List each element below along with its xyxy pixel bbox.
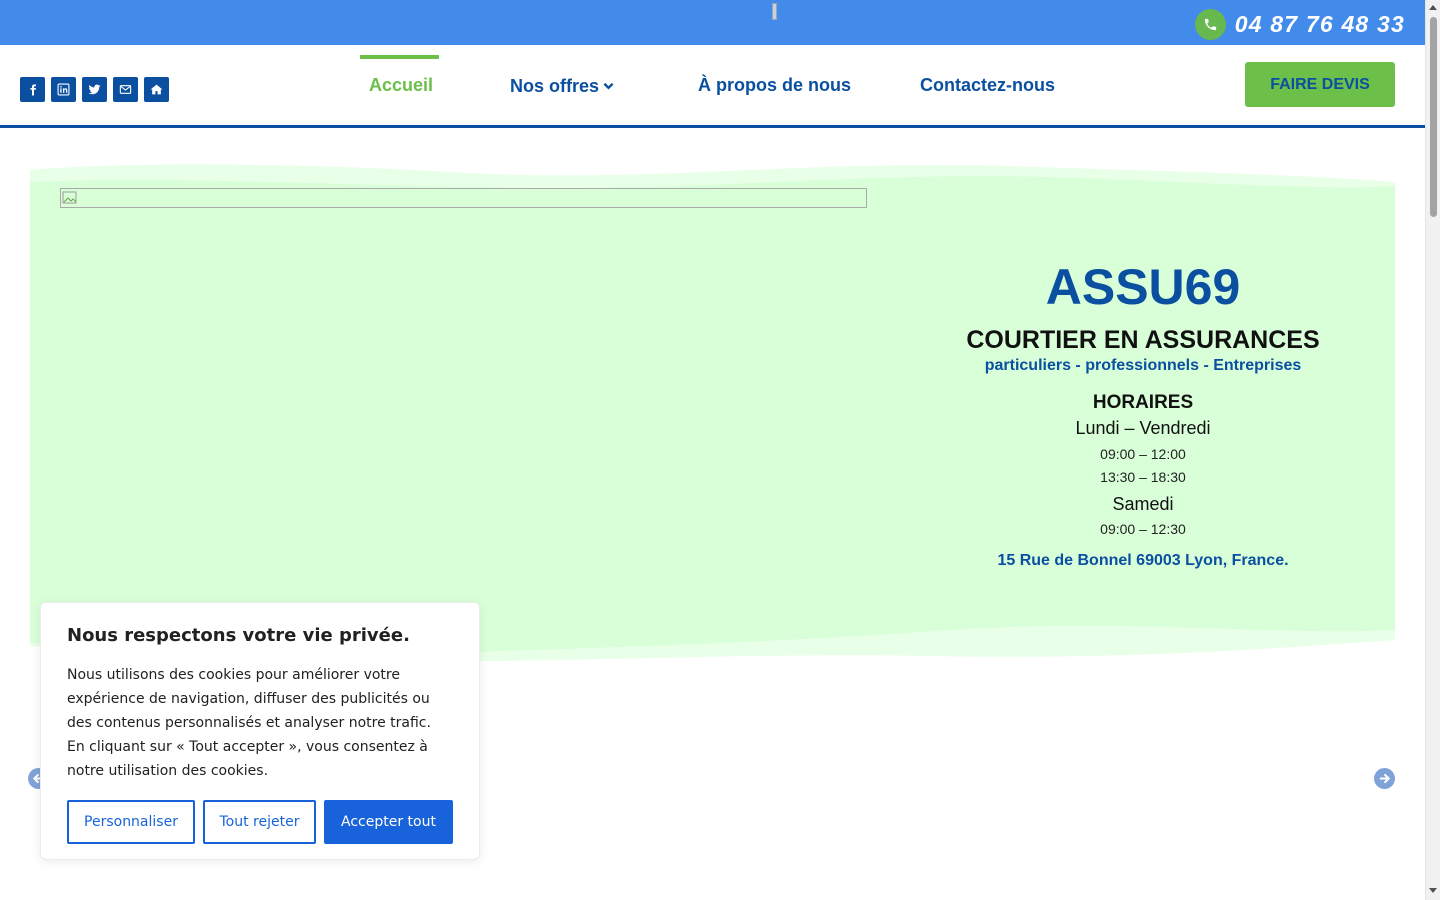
- weekday-afternoon-hours: 13:30 – 18:30: [1100, 469, 1186, 485]
- top-bar: 04 87 76 48 33: [0, 0, 1425, 45]
- page-scrollbar[interactable]: [1425, 0, 1440, 900]
- nav-contact[interactable]: Contactez-nous: [920, 75, 1055, 96]
- brand-title: ASSU69: [1045, 259, 1241, 315]
- chevron-down-icon: [603, 75, 614, 96]
- saturday-hours: 09:00 – 12:30: [1100, 521, 1186, 537]
- twitter-icon[interactable]: [82, 77, 107, 102]
- email-icon[interactable]: [113, 77, 138, 102]
- site-header: Accueil Nos offres À propos de nous Cont…: [0, 45, 1425, 128]
- audience-line: particuliers - professionnels - Entrepri…: [984, 357, 1302, 374]
- cookie-consent-banner: Nous respectons votre vie privée. Nous u…: [40, 602, 480, 860]
- cookie-actions: Personnaliser Tout rejeter Accepter tout: [67, 800, 453, 844]
- faire-devis-button[interactable]: FAIRE DEVIS: [1245, 62, 1395, 107]
- saturday-label: Samedi: [1112, 494, 1174, 514]
- facebook-icon[interactable]: [20, 77, 45, 102]
- cookie-description: Nous utilisons des cookies pour améliore…: [67, 667, 431, 779]
- nav-nos-offres-label: Nos offres: [510, 76, 600, 96]
- tagline: COURTIER EN ASSURANCES: [966, 326, 1320, 354]
- cookie-title: Nous respectons votre vie privée.: [67, 625, 410, 646]
- phone-number: 04 87 76 48 33: [1234, 11, 1405, 37]
- accept-all-button[interactable]: Accepter tout: [324, 800, 453, 844]
- nav-nos-offres[interactable]: Nos offres: [510, 75, 614, 97]
- customize-button[interactable]: Personnaliser: [67, 800, 195, 844]
- weekdays-label: Lundi – Vendredi: [1075, 418, 1211, 438]
- reject-all-button[interactable]: Tout rejeter: [203, 800, 316, 844]
- linkedin-icon[interactable]: [51, 77, 76, 102]
- hours-title: HORAIRES: [1092, 392, 1194, 413]
- weekday-morning-hours: 09:00 – 12:00: [1100, 446, 1186, 462]
- phone-icon: [1194, 9, 1226, 40]
- text-cursor: [772, 3, 777, 20]
- scroll-up-icon[interactable]: [1429, 5, 1437, 10]
- social-links: [20, 77, 169, 102]
- nav-active-indicator: [360, 55, 439, 59]
- arrow-right-circle-icon[interactable]: [1374, 768, 1395, 789]
- phone-link[interactable]: 04 87 76 48 33: [1194, 9, 1405, 40]
- scroll-thumb[interactable]: [1430, 17, 1437, 217]
- home-icon[interactable]: [144, 77, 169, 102]
- hero-broken-image: [60, 188, 867, 208]
- nav-accueil[interactable]: Accueil: [369, 75, 433, 96]
- scroll-down-icon[interactable]: [1429, 888, 1437, 893]
- hero-info: ASSU69 COURTIER EN ASSURANCES particulie…: [953, 258, 1333, 570]
- nav-a-propos[interactable]: À propos de nous: [698, 75, 851, 96]
- address[interactable]: 15 Rue de Bonnel 69003 Lyon, France.: [953, 552, 1333, 570]
